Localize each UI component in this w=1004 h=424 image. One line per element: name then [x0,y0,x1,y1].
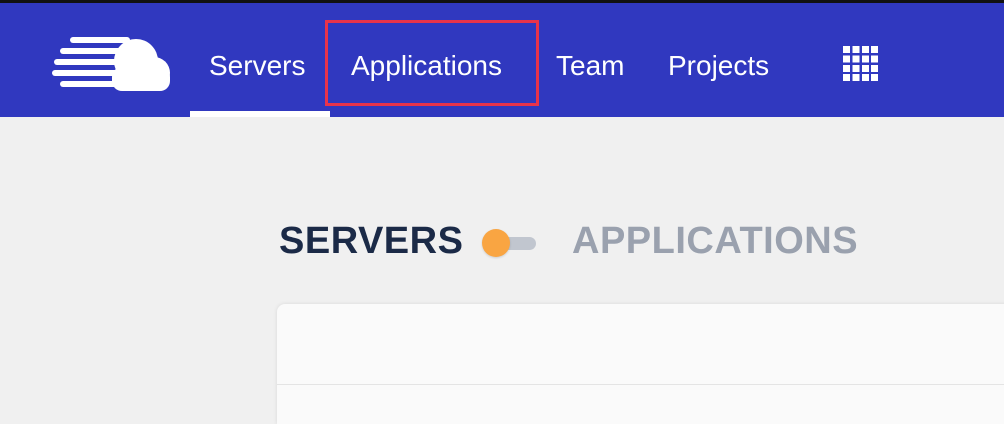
top-navigation-bar: Servers Applications Team Projects [0,0,1004,117]
servers-list-card [277,304,1004,424]
toggle-label-servers[interactable]: SERVERS [279,218,463,264]
nav-servers[interactable]: Servers [209,48,305,84]
servers-applications-toggle[interactable] [482,229,536,257]
nav-team[interactable]: Team [556,48,624,84]
toggle-knob [482,229,510,257]
nav-active-indicator [190,111,330,117]
cloudways-logo-icon[interactable] [50,31,172,95]
card-divider [277,384,1004,385]
nav-projects[interactable]: Projects [668,48,769,84]
apps-grid-icon[interactable] [843,46,878,81]
toggle-label-applications[interactable]: APPLICATIONS [572,218,858,264]
nav-applications[interactable]: Applications [351,48,502,84]
